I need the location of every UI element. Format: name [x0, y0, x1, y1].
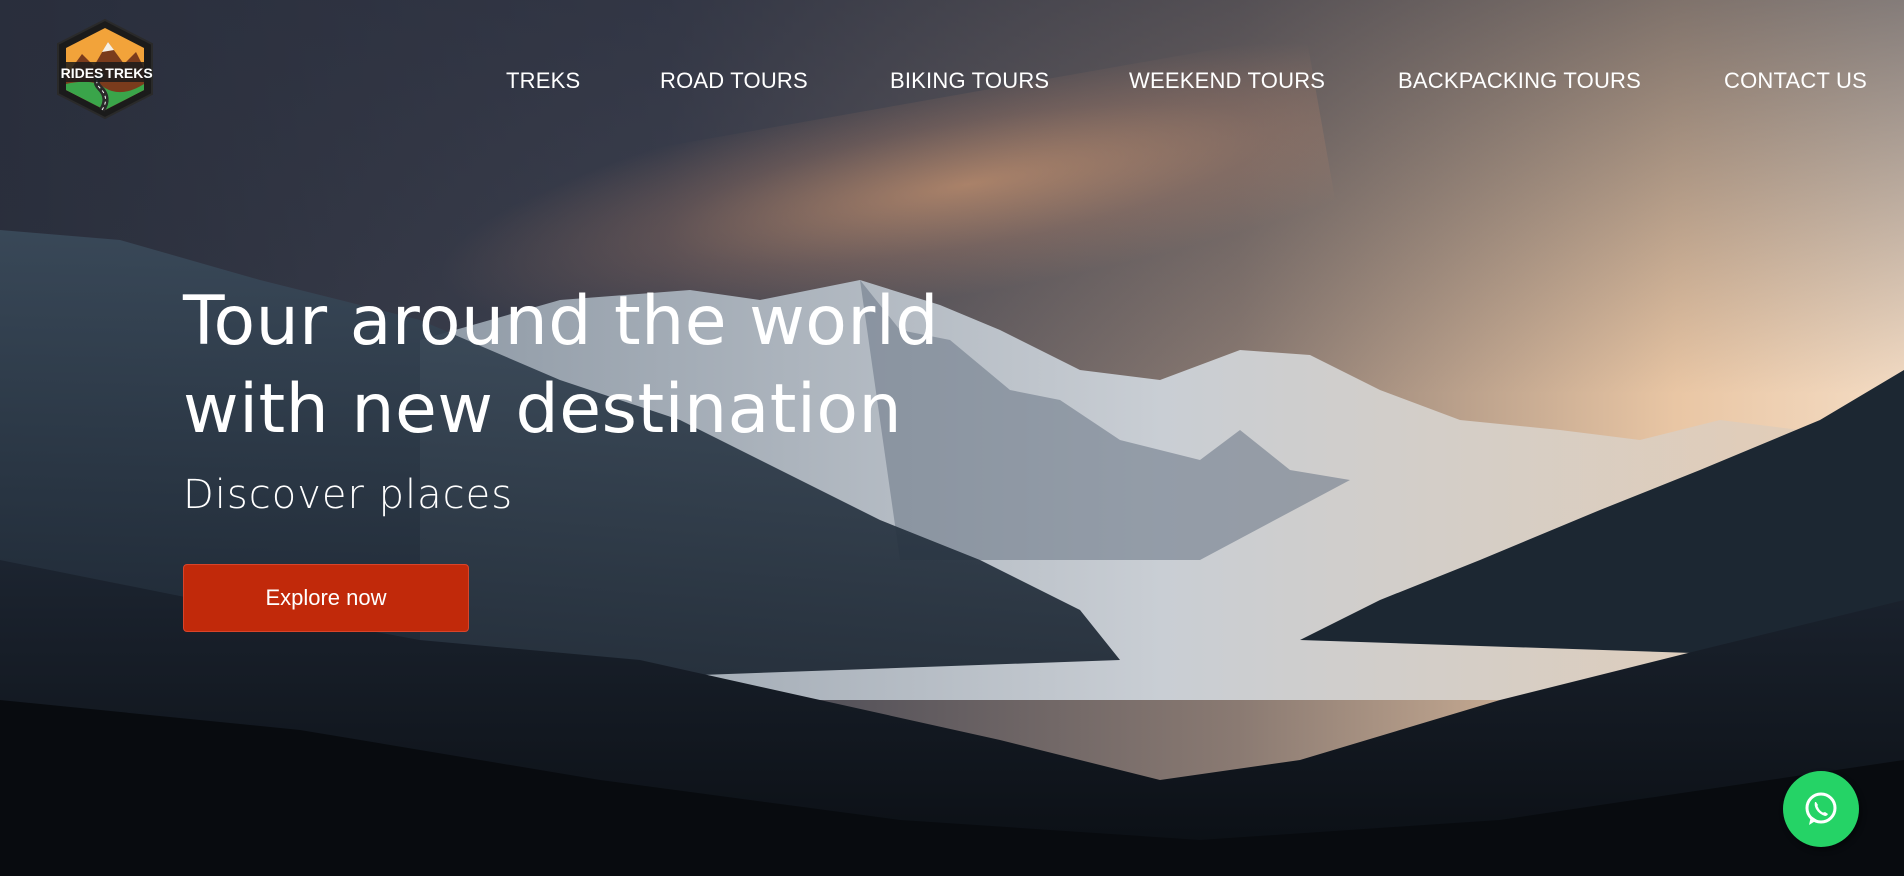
nav-item-backpacking-tours[interactable]: BACKPACKING TOURS [1398, 68, 1641, 94]
explore-now-button[interactable]: Explore now [183, 564, 469, 632]
nav-item-road-tours[interactable]: ROAD TOURS [660, 68, 808, 94]
hero-content: Tour around the world with new destinati… [183, 278, 939, 518]
nav-item-contact-us[interactable]: CONTACT US [1724, 68, 1867, 94]
whatsapp-chat-button[interactable] [1783, 771, 1859, 847]
main-navbar: RIDES TREKS TREKS ROAD TOURS BIKING TOUR… [0, 0, 1904, 160]
hero-headline: Tour around the world with new destinati… [183, 278, 939, 454]
whatsapp-icon [1805, 792, 1837, 825]
logo-text-left: RIDES [61, 65, 104, 81]
headline-line-2: with new destination [183, 370, 903, 449]
nav-item-treks[interactable]: TREKS [506, 68, 580, 94]
mountain-road-badge-icon: RIDES TREKS [57, 18, 153, 120]
hero-subheading: Discover places [183, 472, 514, 518]
nav-item-weekend-tours[interactable]: WEEKEND TOURS [1129, 68, 1325, 94]
headline-line-1: Tour around the world [183, 282, 939, 361]
hero-section: RIDES TREKS TREKS ROAD TOURS BIKING TOUR… [0, 0, 1904, 876]
logo-text-right: TREKS [105, 65, 152, 81]
nav-item-biking-tours[interactable]: BIKING TOURS [890, 68, 1049, 94]
rides-treks-logo[interactable]: RIDES TREKS [52, 18, 158, 120]
